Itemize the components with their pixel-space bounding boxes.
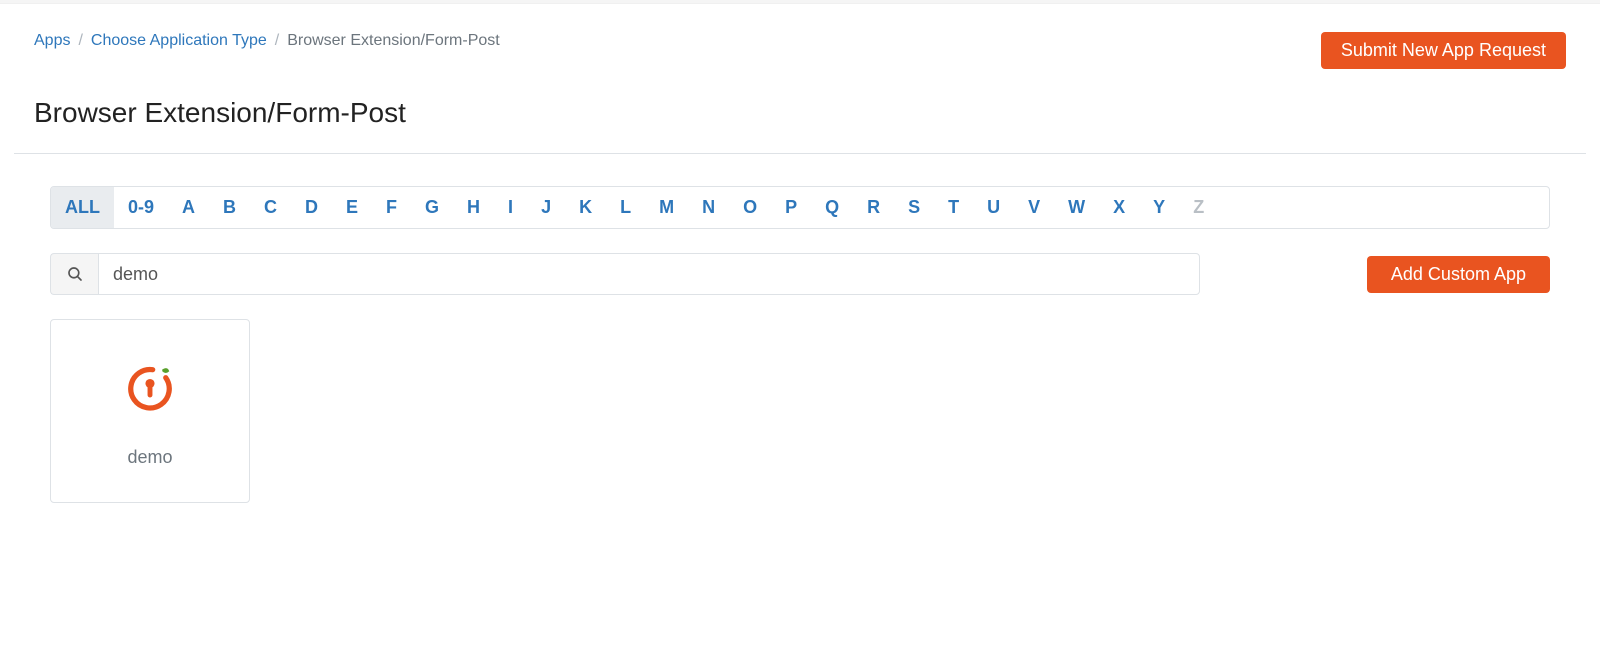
alpha-filter-0-9[interactable]: 0-9: [114, 187, 168, 228]
alpha-filter-d[interactable]: D: [291, 187, 332, 228]
alpha-filter-u[interactable]: U: [973, 187, 1014, 228]
app-card[interactable]: demo: [50, 319, 250, 503]
divider: [14, 153, 1586, 154]
alpha-filter-m[interactable]: M: [645, 187, 688, 228]
alpha-filter-e[interactable]: E: [332, 187, 372, 228]
alpha-filter-a[interactable]: A: [168, 187, 209, 228]
app-card-label: demo: [127, 447, 172, 468]
results-grid: demo: [50, 319, 1550, 503]
alpha-filter-h[interactable]: H: [453, 187, 494, 228]
alpha-filter-i[interactable]: I: [494, 187, 527, 228]
alpha-filter-x[interactable]: X: [1099, 187, 1139, 228]
add-custom-app-button[interactable]: Add Custom App: [1367, 256, 1550, 293]
alpha-filter-r[interactable]: R: [853, 187, 894, 228]
search-group: [50, 253, 1200, 295]
alpha-filter-w[interactable]: W: [1054, 187, 1099, 228]
alpha-filter-q[interactable]: Q: [811, 187, 853, 228]
breadcrumb-separator: /: [78, 32, 82, 50]
breadcrumb-choose-type-link[interactable]: Choose Application Type: [91, 32, 267, 50]
content-inner: ALL0-9ABCDEFGHIJKLMNOPQRSTUVWXYZ Add Cus…: [34, 186, 1566, 503]
breadcrumb-apps-link[interactable]: Apps: [34, 32, 70, 50]
alpha-filter-b[interactable]: B: [209, 187, 250, 228]
alpha-filter-s[interactable]: S: [894, 187, 934, 228]
alpha-filter-t[interactable]: T: [934, 187, 973, 228]
breadcrumb-separator: /: [275, 32, 279, 50]
page-title: Browser Extension/Form-Post: [34, 97, 1566, 129]
breadcrumb-current: Browser Extension/Form-Post: [287, 32, 500, 50]
alpha-filter-f[interactable]: F: [372, 187, 411, 228]
alpha-filter-v[interactable]: V: [1014, 187, 1054, 228]
app-icon: [122, 359, 178, 415]
search-icon: [50, 253, 98, 295]
alpha-filter-o[interactable]: O: [729, 187, 771, 228]
alpha-filter-k[interactable]: K: [565, 187, 606, 228]
alpha-filter-n[interactable]: N: [688, 187, 729, 228]
alpha-filter: ALL0-9ABCDEFGHIJKLMNOPQRSTUVWXYZ: [50, 186, 1550, 229]
alpha-filter-l[interactable]: L: [606, 187, 645, 228]
page-container: Apps / Choose Application Type / Browser…: [0, 4, 1600, 503]
breadcrumb: Apps / Choose Application Type / Browser…: [34, 32, 500, 50]
alpha-filter-y[interactable]: Y: [1139, 187, 1179, 228]
search-row: Add Custom App: [50, 253, 1550, 295]
alpha-filter-z: Z: [1179, 187, 1218, 228]
header-row: Apps / Choose Application Type / Browser…: [34, 32, 1566, 69]
alpha-filter-g[interactable]: G: [411, 187, 453, 228]
alpha-filter-p[interactable]: P: [771, 187, 811, 228]
alpha-filter-all[interactable]: ALL: [51, 187, 114, 228]
search-input[interactable]: [98, 253, 1200, 295]
alpha-filter-j[interactable]: J: [527, 187, 565, 228]
alpha-filter-c[interactable]: C: [250, 187, 291, 228]
submit-new-app-request-button[interactable]: Submit New App Request: [1321, 32, 1566, 69]
